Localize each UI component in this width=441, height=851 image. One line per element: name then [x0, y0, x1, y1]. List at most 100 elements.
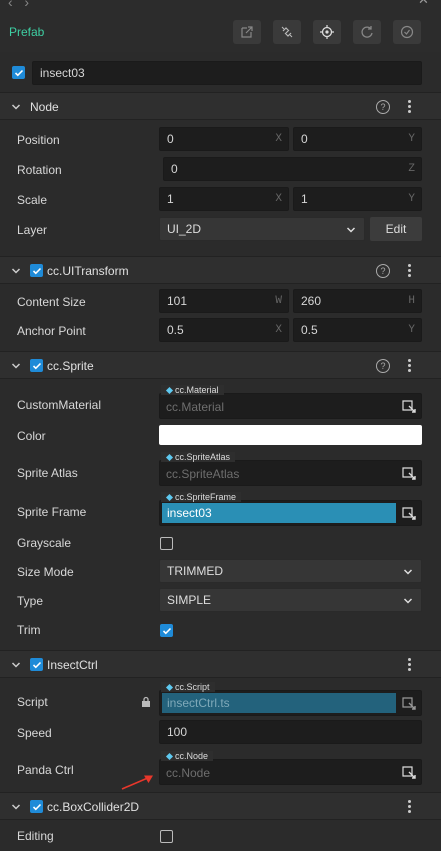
position-y-input[interactable]: 0 Y	[293, 127, 422, 151]
scale-label: Scale	[17, 193, 48, 207]
locate-button[interactable]	[313, 20, 341, 44]
help-icon[interactable]: ?	[376, 264, 390, 278]
asset-picker-icon[interactable]	[401, 505, 417, 521]
checkmark-icon	[162, 627, 171, 634]
asset-type-label: cc.SpriteAtlas	[175, 452, 231, 462]
scale-y-value: 1	[301, 192, 308, 206]
w-unit-label: W	[275, 295, 282, 307]
chevron-down-icon	[403, 569, 413, 575]
node-active-checkbox[interactable]	[12, 66, 25, 79]
asset-type-label: cc.Node	[175, 751, 209, 761]
checkmark-icon	[32, 362, 41, 369]
asset-type-label: cc.SpriteFrame	[175, 492, 237, 502]
custom-material-field[interactable]: cc.Material	[159, 393, 422, 419]
type-value: SIMPLE	[167, 593, 212, 607]
box-collider-enabled-checkbox[interactable]	[30, 800, 43, 813]
sprite-frame-field[interactable]: insect03	[159, 500, 422, 526]
close-icon[interactable]: ✕	[418, 0, 434, 8]
content-size-h-value: 260	[301, 294, 322, 308]
panda-ctrl-field[interactable]: cc.Node	[159, 759, 422, 785]
chevron-down-icon[interactable]	[11, 660, 21, 670]
asset-type-tag: cc.Script	[161, 682, 215, 692]
lock-icon	[142, 696, 150, 707]
open-external-button[interactable]	[233, 20, 261, 44]
layer-label: Layer	[17, 223, 48, 237]
position-x-input[interactable]: 0 X	[159, 127, 289, 151]
sprite-atlas-field[interactable]: cc.SpriteAtlas	[159, 460, 422, 486]
box-collider-section-header[interactable]: cc.BoxCollider2D	[0, 792, 441, 820]
sprite-section-header[interactable]: cc.Sprite ?	[0, 351, 441, 379]
revert-icon	[361, 26, 373, 38]
anchor-x-input[interactable]: 0.5 X	[159, 318, 289, 342]
open-external-icon	[241, 26, 253, 38]
asset-type-tag: cc.Material	[161, 385, 224, 395]
asset-type-icon	[165, 752, 174, 760]
color-swatch[interactable]	[159, 425, 422, 445]
checkmark-icon	[32, 661, 41, 668]
x-unit-label: X	[275, 193, 282, 205]
content-size-label: Content Size	[17, 295, 86, 309]
asset-type-icon	[165, 453, 174, 461]
nav-arrows-icon[interactable]: ‹ ›	[8, 0, 29, 10]
node-section-header[interactable]: Node ?	[0, 92, 441, 120]
more-options-icon[interactable]	[408, 264, 412, 278]
sprite-enabled-checkbox[interactable]	[30, 359, 43, 372]
chevron-down-icon	[403, 598, 413, 604]
content-size-w-input[interactable]: 101 W	[159, 289, 289, 313]
layer-select[interactable]: UI_2D	[159, 217, 365, 241]
insect-ctrl-enabled-checkbox[interactable]	[30, 658, 43, 671]
type-select[interactable]: SIMPLE	[159, 588, 422, 612]
more-options-icon[interactable]	[408, 359, 412, 373]
more-options-icon[interactable]	[408, 100, 412, 114]
checkmark-icon	[32, 267, 41, 274]
anchor-y-input[interactable]: 0.5 Y	[293, 318, 422, 342]
uitransform-section-header[interactable]: cc.UITransform ?	[0, 256, 441, 284]
speed-input[interactable]: 100	[159, 720, 422, 744]
size-mode-select[interactable]: TRIMMED	[159, 559, 422, 583]
sprite-section-title: cc.Sprite	[47, 359, 94, 373]
asset-picker-icon[interactable]	[401, 764, 417, 780]
x-unit-label: X	[275, 133, 282, 145]
unlink-prefab-icon	[281, 26, 293, 38]
grayscale-label: Grayscale	[17, 536, 72, 550]
script-value: insectCtrl.ts	[162, 693, 396, 713]
revert-button[interactable]	[353, 20, 381, 44]
help-icon[interactable]: ?	[376, 359, 390, 373]
asset-type-label: cc.Material	[175, 385, 219, 395]
insect-ctrl-section-header[interactable]: InsectCtrl	[0, 650, 441, 678]
chevron-down-icon[interactable]	[11, 102, 21, 112]
position-x-value: 0	[167, 132, 174, 146]
chevron-down-icon[interactable]	[11, 266, 21, 276]
apply-button[interactable]	[393, 20, 421, 44]
help-icon[interactable]: ?	[376, 100, 390, 114]
editing-checkbox[interactable]	[160, 830, 173, 843]
asset-type-tag: cc.Node	[161, 751, 214, 761]
uitransform-enabled-checkbox[interactable]	[30, 264, 43, 277]
asset-picker-icon[interactable]	[401, 398, 417, 414]
asset-picker-icon[interactable]	[401, 465, 417, 481]
scale-x-input[interactable]: 1 X	[159, 187, 289, 211]
content-size-h-input[interactable]: 260 H	[293, 289, 422, 313]
rotation-label: Rotation	[17, 163, 62, 177]
rotation-z-input[interactable]: 0 Z	[163, 157, 422, 181]
node-name-input[interactable]: insect03	[32, 61, 422, 85]
y-unit-label: Y	[408, 193, 415, 205]
layer-edit-button[interactable]: Edit	[370, 217, 422, 241]
grayscale-checkbox[interactable]	[160, 537, 173, 550]
more-options-icon[interactable]	[408, 800, 412, 814]
more-options-icon[interactable]	[408, 658, 412, 672]
trim-checkbox[interactable]	[160, 624, 173, 637]
custom-material-placeholder: cc.Material	[166, 400, 225, 414]
color-label: Color	[17, 429, 46, 443]
sprite-atlas-label: Sprite Atlas	[17, 466, 78, 480]
chevron-down-icon[interactable]	[11, 361, 21, 371]
h-unit-label: H	[408, 295, 415, 307]
node-name-value: insect03	[40, 66, 85, 80]
asset-picker-icon[interactable]	[401, 695, 417, 711]
chevron-down-icon[interactable]	[11, 802, 21, 812]
node-section-title: Node	[30, 100, 59, 114]
chevron-down-icon	[346, 227, 356, 233]
unlink-prefab-button[interactable]	[273, 20, 301, 44]
sprite-frame-value: insect03	[162, 503, 396, 523]
scale-y-input[interactable]: 1 Y	[293, 187, 422, 211]
